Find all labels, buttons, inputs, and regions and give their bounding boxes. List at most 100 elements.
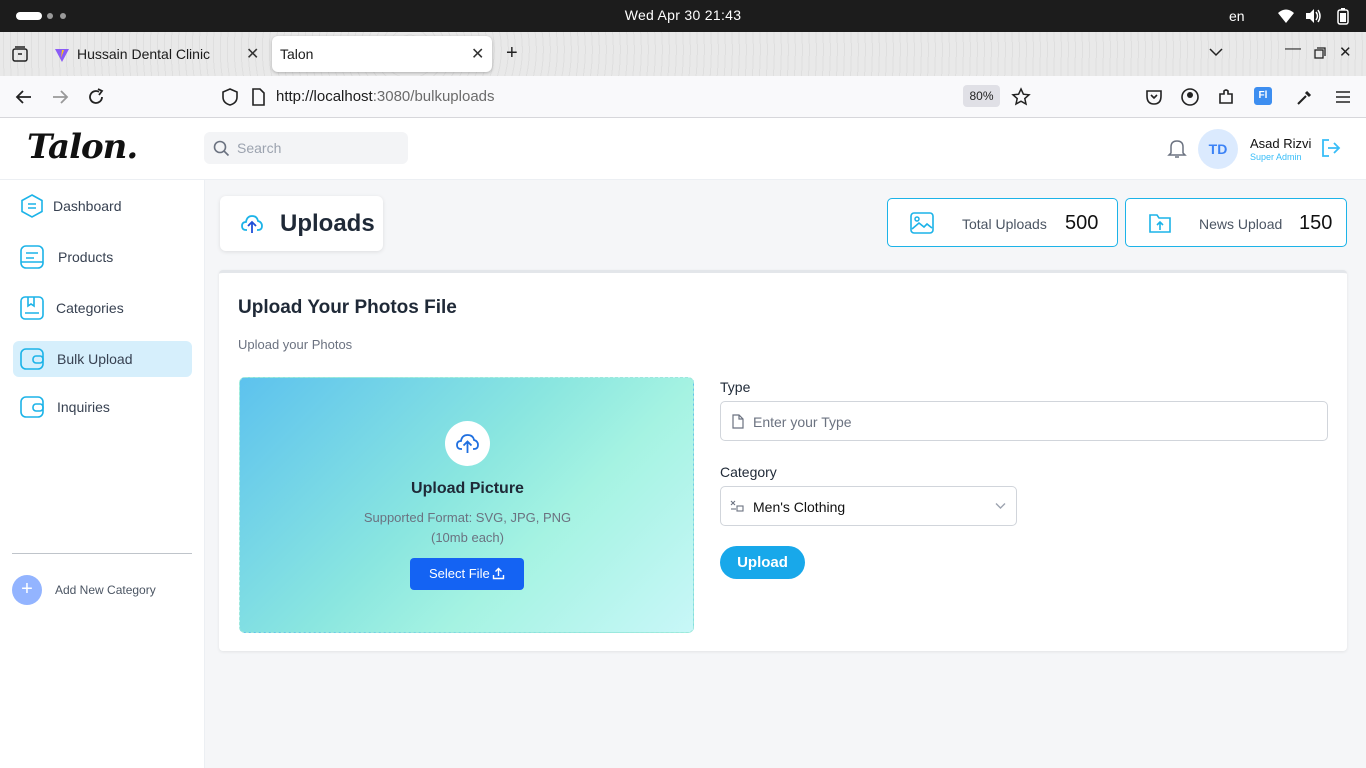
tab-title: Talon: [280, 46, 314, 62]
os-top-bar: Wed Apr 30 21:43 en: [0, 0, 1366, 32]
tab-talon[interactable]: Talon ✕: [272, 36, 492, 72]
products-icon: [20, 245, 44, 269]
file-icon: [732, 414, 744, 429]
categories-icon: [20, 296, 44, 320]
page-title: Uploads: [280, 210, 375, 237]
select-file-label: Select File: [429, 566, 490, 581]
browser-tab-strip: Hussain Dental Clinic ✕ Talon ✕ + — ✕: [0, 32, 1366, 76]
tab-title: Hussain Dental Clinic: [77, 46, 211, 62]
sidebar-divider: [12, 553, 192, 554]
wifi-icon[interactable]: [1277, 7, 1295, 25]
upload-dropzone[interactable]: Upload Picture Supported Format: SVG, JP…: [239, 377, 694, 633]
plus-icon: +: [12, 575, 42, 605]
sidebar-item-dashboard[interactable]: Dashboard: [13, 188, 192, 224]
sidebar-item-label: Categories: [56, 300, 124, 316]
avatar[interactable]: TD: [1198, 129, 1238, 169]
url-host: http://localhost: [276, 88, 373, 105]
upload-arrow-icon: [492, 567, 505, 580]
add-new-category-label: Add New Category: [55, 583, 156, 597]
extension-fi-icon[interactable]: Fl: [1254, 87, 1272, 105]
upload-button[interactable]: Upload: [720, 546, 805, 579]
app-header: Talon. Search TD Asad Rizvi Super Admin: [0, 119, 1366, 180]
tab-hussain-dental[interactable]: Hussain Dental Clinic ✕: [46, 36, 268, 72]
add-new-category-button[interactable]: + Add New Category: [12, 575, 192, 605]
stat-total-uploads: Total Uploads 500: [887, 198, 1118, 247]
browser-nav-bar: http://localhost:3080/bulkuploads 80% Fl: [0, 76, 1366, 118]
user-role: Super Admin: [1250, 152, 1302, 162]
upload-card-title: Upload Your Photos File: [238, 297, 457, 318]
main-content: Uploads Total Uploads 500 News Upload 15…: [205, 180, 1366, 768]
search-placeholder: Search: [237, 140, 282, 156]
chevron-down-icon: [995, 503, 1006, 509]
inquiries-icon: [20, 396, 44, 418]
minimize-icon[interactable]: —: [1285, 40, 1301, 58]
sidebar: Dashboard Products Categories Bulk Uploa…: [0, 180, 205, 768]
category-label: Category: [720, 464, 777, 480]
category-value: Men's Clothing: [753, 499, 846, 515]
stat-news-upload: News Upload 150: [1125, 198, 1347, 247]
url-bar[interactable]: http://localhost:3080/bulkuploads: [276, 88, 495, 105]
back-icon[interactable]: [14, 87, 34, 107]
select-file-button[interactable]: Select File: [410, 558, 524, 590]
type-input[interactable]: Enter your Type: [720, 401, 1328, 441]
category-icon: [730, 500, 744, 512]
sidebar-item-label: Dashboard: [53, 198, 122, 214]
sidebar-item-products[interactable]: Products: [13, 239, 192, 275]
language-indicator[interactable]: en: [1229, 8, 1245, 24]
stat-label: Total Uploads: [962, 216, 1047, 232]
close-icon[interactable]: ✕: [471, 44, 484, 64]
close-icon[interactable]: ✕: [246, 44, 259, 64]
sidebar-item-label: Products: [58, 249, 114, 265]
sidebar-item-label: Inquiries: [57, 399, 110, 415]
sidebar-item-label: Bulk Upload: [57, 351, 133, 367]
sidebar-item-categories[interactable]: Categories: [13, 290, 192, 326]
upload-card-subtitle: Upload your Photos: [238, 337, 353, 352]
tab-overview-icon[interactable]: [11, 45, 29, 63]
maximize-icon[interactable]: [1314, 47, 1326, 59]
shield-icon[interactable]: [220, 87, 240, 107]
zoom-level[interactable]: 80%: [963, 85, 1000, 107]
reload-icon[interactable]: [86, 87, 106, 107]
battery-icon[interactable]: [1334, 7, 1352, 25]
dropzone-formats: Supported Format: SVG, JPG, PNG (10mb ea…: [240, 508, 695, 548]
chevron-down-icon[interactable]: [1209, 47, 1223, 57]
cloud-upload-icon: [241, 215, 263, 233]
eyedropper-icon[interactable]: [1295, 87, 1315, 107]
cloud-upload-icon: [456, 434, 479, 453]
bookmark-star-icon[interactable]: [1011, 87, 1031, 107]
type-placeholder: Enter your Type: [753, 414, 852, 430]
search-input[interactable]: Search: [204, 132, 408, 164]
category-select[interactable]: Men's Clothing: [720, 486, 1017, 526]
user-name: Asad Rizvi: [1250, 136, 1312, 151]
image-icon: [910, 212, 934, 234]
window-close-icon[interactable]: ✕: [1339, 43, 1352, 61]
logout-icon[interactable]: [1320, 138, 1341, 158]
sidebar-item-bulk-upload[interactable]: Bulk Upload: [13, 341, 192, 377]
page-icon[interactable]: [248, 87, 268, 107]
menu-icon[interactable]: [1333, 87, 1353, 107]
volume-icon[interactable]: [1304, 7, 1322, 25]
talon-logo[interactable]: Talon.: [27, 127, 138, 167]
stat-value: 500: [1065, 212, 1099, 234]
stat-label: News Upload: [1199, 216, 1283, 232]
bulk-upload-icon: [20, 348, 44, 370]
dropzone-formats-line: Supported Format: SVG, JPG, PNG: [363, 510, 572, 525]
url-path: :3080/bulkuploads: [372, 88, 495, 105]
vite-logo-icon: [55, 49, 69, 62]
os-clock[interactable]: Wed Apr 30 21:43: [0, 7, 1366, 23]
sidebar-item-inquiries[interactable]: Inquiries: [13, 389, 192, 425]
pocket-icon[interactable]: [1144, 87, 1164, 107]
dropzone-size-line: (10mb each): [431, 530, 504, 545]
dropzone-title: Upload Picture: [411, 480, 524, 497]
forward-icon[interactable]: [50, 87, 70, 107]
upload-card: Upload Your Photos File Upload your Phot…: [219, 270, 1347, 651]
extensions-icon[interactable]: [1216, 87, 1236, 107]
dropzone-icon-circle: [445, 421, 490, 466]
dashboard-icon: [21, 194, 43, 218]
page-title-card: Uploads: [220, 196, 383, 251]
new-tab-icon[interactable]: +: [506, 42, 518, 65]
search-icon: [213, 140, 230, 157]
account-icon[interactable]: [1180, 87, 1200, 107]
bell-icon[interactable]: [1167, 138, 1187, 159]
type-label: Type: [720, 379, 751, 395]
